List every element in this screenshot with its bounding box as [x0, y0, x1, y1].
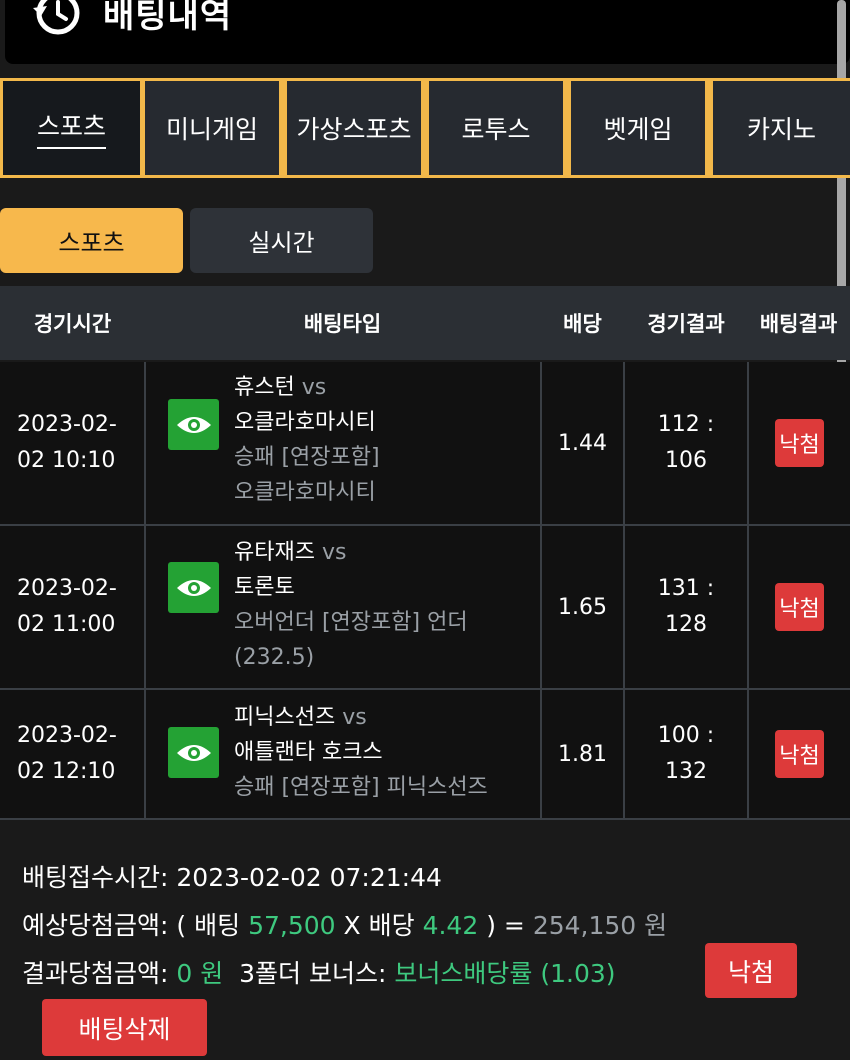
subtab-sports[interactable]: 스포츠 [0, 208, 183, 273]
bet-amount: 57,500 [248, 911, 336, 940]
status-badge: 낙첨 [775, 583, 824, 631]
home-team: 피닉스선즈 [234, 705, 336, 730]
match-time: 2023-02- 02 11:00 [17, 576, 117, 637]
tab-casino[interactable]: 카지노 [713, 81, 850, 175]
view-details-button[interactable] [168, 727, 219, 778]
odds-value: 1.81 [558, 741, 607, 767]
odds-value: 1.44 [558, 430, 607, 456]
bet-market: 오버언더 [연장포함] 언더 [234, 610, 468, 635]
tab-virtual-sports[interactable]: 가상스포츠 [287, 81, 421, 175]
bet-info: 휴스턴 vs 오클라호마시티 승패 [연장포함] 오클라호마시티 [234, 370, 380, 510]
table-row: 2023-02- 02 11:00 유타재즈 vs 토론토 오버언더 [연장포함]… [0, 526, 850, 690]
odds-value: 1.65 [558, 594, 607, 620]
bet-summary: 배팅접수시간: 2023-02-02 07:21:44 예상당첨금액: ( 배팅… [0, 820, 850, 1060]
bet-pick: 오클라호마시티 [234, 480, 376, 505]
receipt-time: 2023-02-02 07:21:44 [176, 863, 442, 892]
table-row: 2023-02- 02 12:10 피닉스선즈 vs 애틀랜타 호크스 승패 [연… [0, 690, 850, 820]
column-header-odds: 배당 [563, 312, 602, 336]
bet-market: 승패 [연장포함] 피닉스선즈 [234, 775, 488, 800]
away-team: 토론토 [234, 575, 295, 600]
eye-icon [176, 744, 211, 761]
subtab-live[interactable]: 실시간 [190, 208, 373, 273]
expected-amount: 254,150 [532, 911, 637, 940]
view-details-button[interactable] [168, 562, 219, 613]
bet-pick: (232.5) [234, 645, 315, 670]
bet-info: 피닉스선즈 vs 애틀랜타 호크스 승패 [연장포함] 피닉스선즈 [234, 700, 488, 805]
expected-winnings-line: 예상당첨금액: ( 배팅 57,500 X 배당 4.42 ) = 254,15… [22, 911, 668, 940]
view-details-button[interactable] [168, 399, 219, 450]
result-amount: 0 원 [176, 959, 224, 988]
game-score: 100 :132 [657, 723, 715, 784]
clock-history-icon [33, 0, 80, 35]
away-team: 애틀랜타 호크스 [234, 740, 383, 765]
column-header-time: 경기시간 [33, 312, 112, 336]
tab-sports[interactable]: 스포츠 [0, 81, 140, 175]
game-score: 112 :106 [657, 412, 715, 473]
tab-betgame[interactable]: 벳게임 [571, 81, 705, 175]
result-status-button[interactable]: 낙첨 [705, 943, 797, 998]
status-badge: 낙첨 [775, 419, 824, 467]
tab-minigame[interactable]: 미니게임 [145, 81, 279, 175]
away-team: 오클라호마시티 [234, 410, 376, 435]
home-team: 휴스턴 [234, 375, 295, 400]
tab-lotus[interactable]: 로투스 [429, 81, 563, 175]
match-time: 2023-02- 02 12:10 [17, 723, 117, 784]
eye-icon [176, 416, 211, 433]
category-tabs: 스포츠 미니게임 가상스포츠 로투스 벳게임 카지노 [0, 78, 850, 178]
total-odds: 4.42 [422, 911, 479, 940]
bet-info: 유타재즈 vs 토론토 오버언더 [연장포함] 언더 (232.5) [234, 535, 468, 675]
bet-market: 승패 [연장포함] [234, 445, 380, 470]
column-header-bet-type: 배팅타입 [303, 312, 382, 336]
home-team: 유타재즈 [234, 540, 315, 565]
table-header: 경기시간 배팅타입 배당 경기결과 배팅결과 [0, 286, 850, 360]
result-winnings-line: 결과당첨금액: 0 원 3폴더 보너스: 보너스배당률 (1.03) [22, 959, 616, 988]
table-row: 2023-02- 02 10:10 휴스턴 vs 오클라호마시티 승패 [연장포함… [0, 362, 850, 526]
column-header-bet-result: 배팅결과 [759, 312, 838, 336]
receipt-time-line: 배팅접수시간: 2023-02-02 07:21:44 [22, 863, 442, 892]
game-score: 131 :128 [657, 576, 715, 637]
status-badge: 낙첨 [775, 730, 824, 778]
bonus-rate: 보너스배당률 (1.03) [394, 959, 616, 988]
column-header-game-result: 경기결과 [647, 312, 725, 336]
match-time: 2023-02- 02 10:10 [17, 412, 117, 473]
page-title: 배팅내역 [103, 0, 233, 36]
delete-bet-button[interactable]: 배팅삭제 [42, 999, 207, 1056]
eye-icon [176, 579, 211, 596]
page-header: 배팅내역 [5, 0, 850, 64]
